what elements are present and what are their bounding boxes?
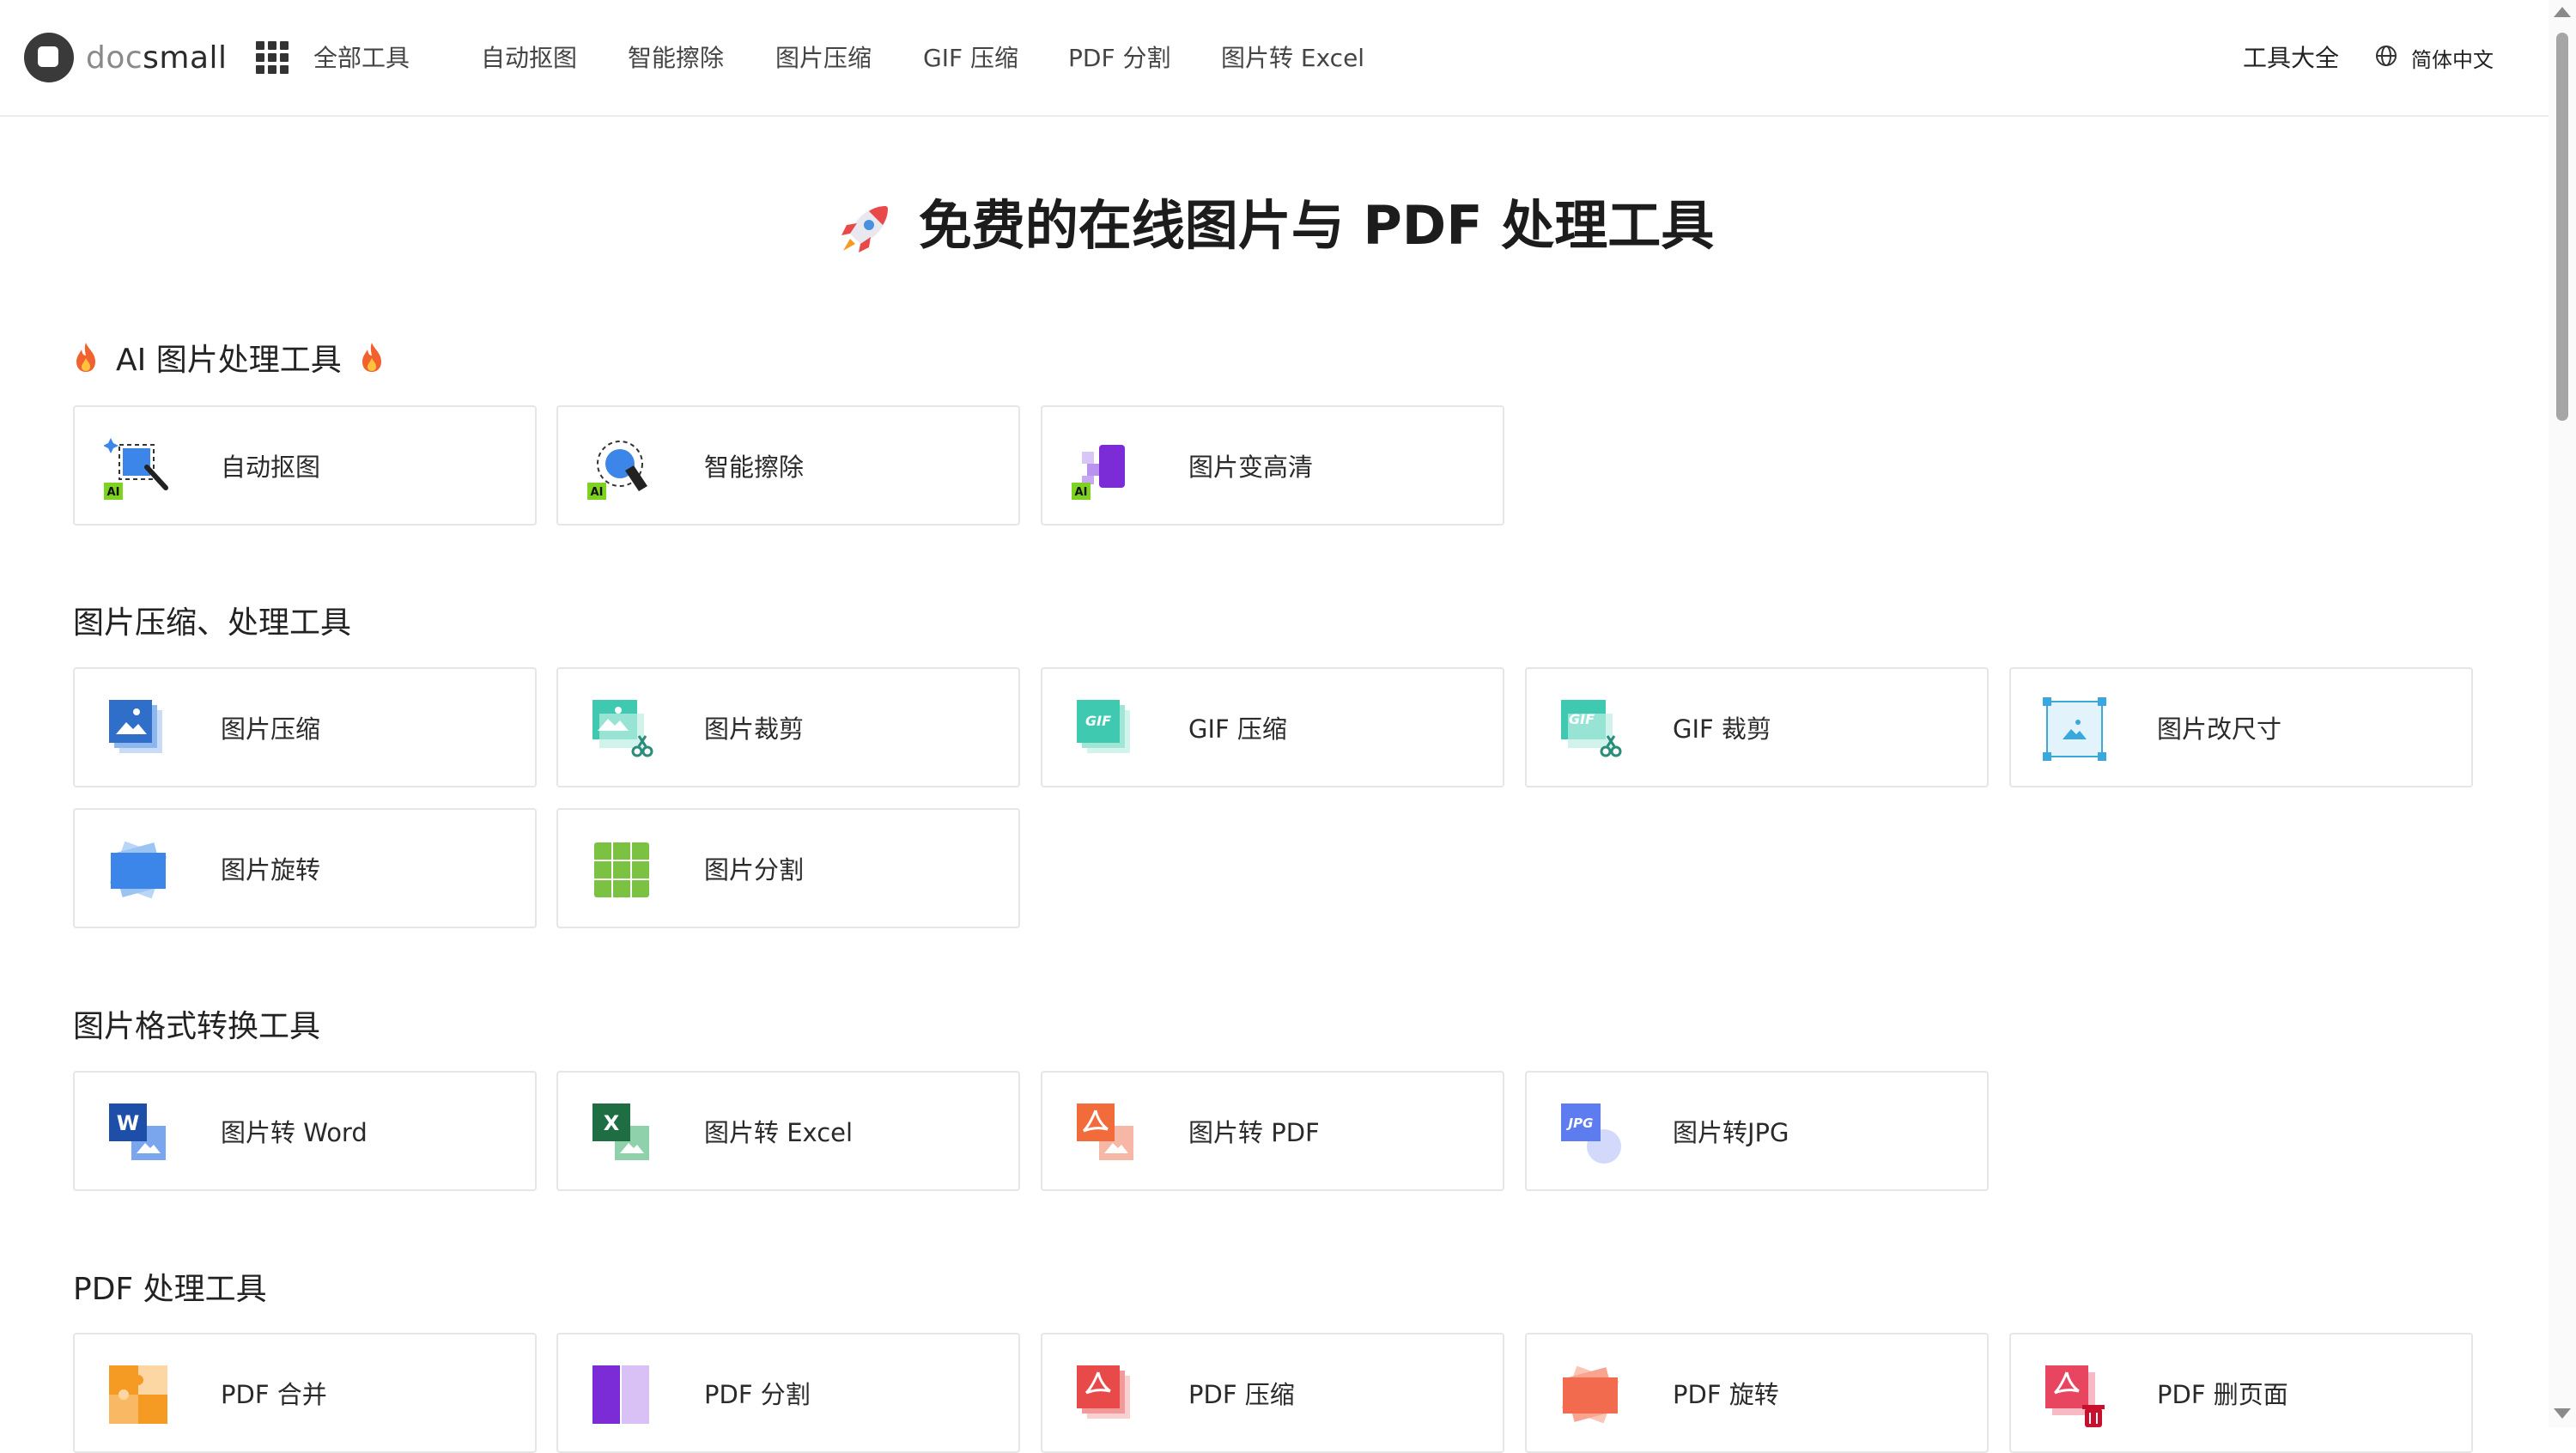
tool-card-label: PDF 删页面 bbox=[2157, 1380, 2288, 1409]
tool-card-image-upscale[interactable]: AI 图片变高清 bbox=[1041, 405, 1504, 526]
tool-card-label: 图片变高清 bbox=[1188, 453, 1314, 482]
svg-text:AI: AI bbox=[107, 486, 120, 499]
globe-icon[interactable] bbox=[2375, 45, 2397, 67]
tool-card-label: PDF 分割 bbox=[704, 1380, 811, 1409]
tool-card-label: 图片转 Word bbox=[221, 1118, 368, 1147]
image-rotate-icon bbox=[109, 841, 167, 899]
language-selector[interactable]: 简体中文 bbox=[2411, 43, 2494, 73]
image-to-word-icon: W bbox=[109, 1103, 166, 1160]
tool-card-label: GIF 裁剪 bbox=[1673, 714, 1771, 744]
image-split-icon bbox=[594, 842, 649, 897]
tool-card-image-crop[interactable]: 图片裁剪 bbox=[556, 667, 1020, 787]
nav-item-pdf-split[interactable]: PDF 分割 bbox=[1068, 40, 1170, 74]
tool-card-image-split[interactable]: 图片分割 bbox=[556, 808, 1020, 928]
tool-card-smart-erase[interactable]: AI 智能擦除 bbox=[556, 405, 1020, 526]
tool-card-image-rotate[interactable]: 图片旋转 bbox=[73, 808, 537, 928]
tool-card-label: 图片转 PDF bbox=[1188, 1118, 1320, 1147]
nav-all-tools[interactable]: 全部工具 bbox=[313, 40, 410, 74]
section-title-image-tools: 图片压缩、处理工具 bbox=[73, 605, 352, 641]
tool-card-image-to-jpg[interactable]: JPG 图片转JPG bbox=[1525, 1071, 1989, 1191]
nav-item-image-to-excel[interactable]: 图片转 Excel bbox=[1221, 40, 1364, 74]
tool-card-pdf-rotate[interactable]: PDF 旋转 bbox=[1525, 1333, 1989, 1453]
pdf-split-icon bbox=[592, 1365, 649, 1424]
image-crop-icon bbox=[592, 700, 653, 757]
tool-card-label: PDF 压缩 bbox=[1188, 1380, 1295, 1409]
tool-card-label: GIF 压缩 bbox=[1188, 714, 1287, 744]
tool-card-label: 图片旋转 bbox=[221, 855, 321, 885]
image-upscale-icon: AI bbox=[1072, 445, 1125, 500]
image-to-excel-icon: X bbox=[592, 1103, 649, 1160]
tool-card-label: 图片压缩 bbox=[221, 714, 321, 744]
rocket-icon bbox=[841, 205, 888, 252]
pdf-merge-icon bbox=[109, 1365, 167, 1424]
image-compress-icon bbox=[109, 700, 162, 753]
svg-text:JPG: JPG bbox=[1566, 1116, 1594, 1131]
tool-card-image-to-excel[interactable]: X 图片转 Excel bbox=[556, 1071, 1020, 1191]
tool-card-label: 图片转 Excel bbox=[704, 1118, 854, 1147]
svg-text:GIF: GIF bbox=[1569, 711, 1595, 727]
tool-card-label: 图片转JPG bbox=[1673, 1118, 1789, 1147]
section-title-pdf-tools: PDF 处理工具 bbox=[73, 1272, 267, 1307]
tool-card-image-to-pdf[interactable]: 图片转 PDF bbox=[1041, 1071, 1504, 1191]
nav-tools-all[interactable]: 工具大全 bbox=[2243, 40, 2339, 74]
gif-crop-icon: GIF bbox=[1561, 700, 1622, 757]
smart-erase-icon: AI bbox=[587, 441, 647, 500]
image-to-jpg-icon: JPG bbox=[1561, 1103, 1621, 1164]
tool-card-pdf-compress[interactable]: PDF 压缩 bbox=[1041, 1333, 1504, 1453]
scrollbar-thumb[interactable] bbox=[2556, 33, 2568, 421]
logo-wordmark: docsmall bbox=[86, 40, 228, 76]
tool-card-label: 图片裁剪 bbox=[704, 714, 805, 744]
fire-icon bbox=[76, 343, 95, 372]
tool-card-label: PDF 旋转 bbox=[1673, 1380, 1779, 1409]
image-to-pdf-icon bbox=[1077, 1103, 1133, 1160]
tool-card-pdf-merge[interactable]: PDF 合并 bbox=[73, 1333, 537, 1453]
svg-text:X: X bbox=[604, 1111, 620, 1135]
gif-compress-icon: GIF bbox=[1077, 700, 1130, 753]
nav-item-auto-cutout[interactable]: 自动抠图 bbox=[481, 40, 577, 74]
pdf-delete-pages-icon bbox=[2045, 1365, 2105, 1427]
scroll-up-arrow-icon[interactable] bbox=[2554, 7, 2571, 17]
top-nav-bar: docsmall 全部工具 自动抠图 智能擦除 图片压缩 GIF 压缩 PDF … bbox=[0, 0, 2549, 117]
tool-card-label: 图片分割 bbox=[704, 855, 805, 885]
tool-card-image-to-word[interactable]: W 图片转 Word bbox=[73, 1071, 537, 1191]
tool-card-pdf-delete-pages[interactable]: PDF 删页面 bbox=[2009, 1333, 2473, 1453]
svg-text:W: W bbox=[117, 1111, 139, 1135]
nav-item-smart-erase[interactable]: 智能擦除 bbox=[628, 40, 724, 74]
fire-icon bbox=[361, 343, 381, 372]
svg-text:AI: AI bbox=[591, 486, 604, 499]
image-resize-icon bbox=[2043, 697, 2106, 761]
tool-card-pdf-split[interactable]: PDF 分割 bbox=[556, 1333, 1020, 1453]
tool-card-gif-crop[interactable]: GIF GIF 裁剪 bbox=[1525, 667, 1989, 787]
pdf-compress-icon bbox=[1077, 1365, 1130, 1419]
tool-card-label: 图片改尺寸 bbox=[2157, 714, 2282, 744]
scroll-down-arrow-icon[interactable] bbox=[2554, 1408, 2571, 1419]
page-title: 免费的在线图片与 PDF 处理工具 bbox=[0, 182, 2549, 259]
tool-card-label: PDF 合并 bbox=[221, 1380, 327, 1409]
svg-text:AI: AI bbox=[1075, 486, 1088, 499]
svg-text:GIF: GIF bbox=[1085, 713, 1111, 729]
pdf-rotate-icon bbox=[1561, 1365, 1619, 1424]
tool-card-label: 自动抠图 bbox=[221, 453, 321, 482]
nav-item-image-compress[interactable]: 图片压缩 bbox=[775, 40, 872, 74]
tool-card-image-resize[interactable]: 图片改尺寸 bbox=[2009, 667, 2473, 787]
nav-item-gif-compress[interactable]: GIF 压缩 bbox=[923, 40, 1018, 74]
tool-card-label: 智能擦除 bbox=[704, 453, 805, 482]
tool-card-image-compress[interactable]: 图片压缩 bbox=[73, 667, 537, 787]
section-title-ai-tools: AI 图片处理工具 bbox=[73, 335, 385, 380]
section-title-format-convert: 图片格式转换工具 bbox=[73, 1009, 321, 1044]
logo-icon bbox=[24, 33, 74, 82]
apps-grid-icon[interactable] bbox=[256, 41, 289, 74]
auto-cutout-icon: AI bbox=[104, 438, 168, 500]
tool-card-auto-cutout[interactable]: AI 自动抠图 bbox=[73, 405, 537, 526]
tool-card-gif-compress[interactable]: GIF GIF 压缩 bbox=[1041, 667, 1504, 787]
docsmall-logo[interactable]: docsmall bbox=[24, 31, 228, 84]
